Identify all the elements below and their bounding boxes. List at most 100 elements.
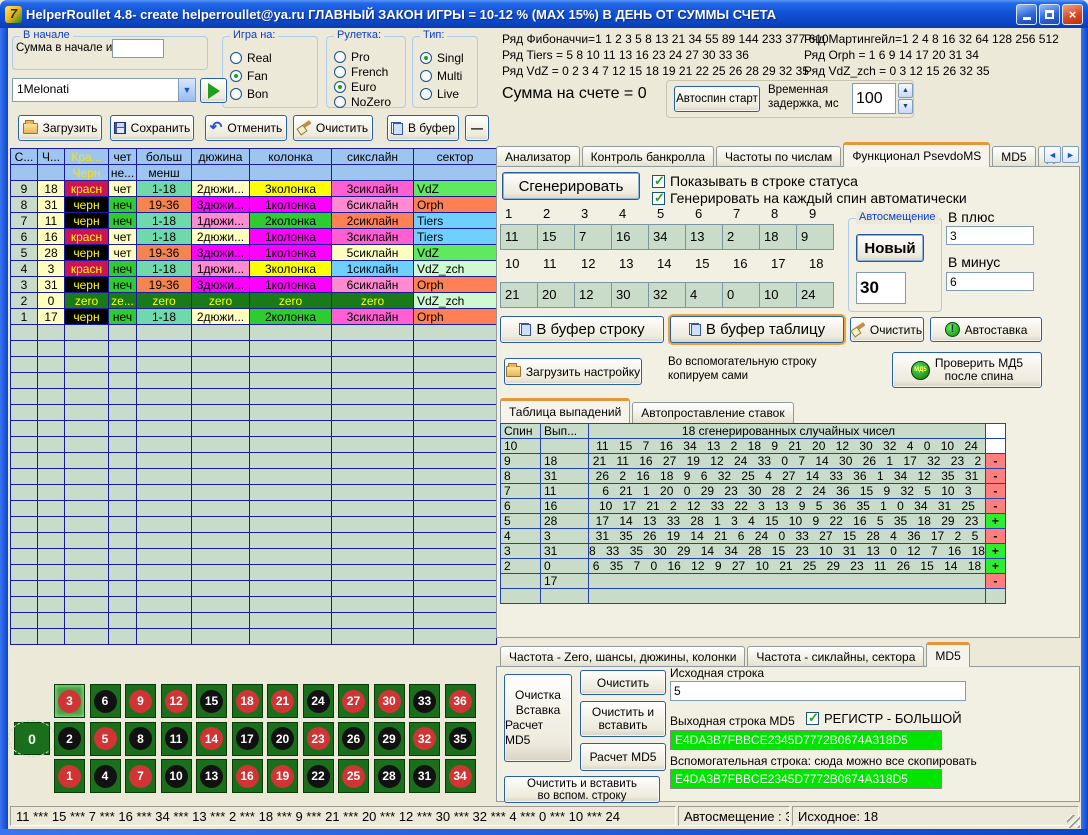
maximize-button[interactable] xyxy=(1039,4,1060,25)
radio-option-fan[interactable]: Fan xyxy=(230,67,317,85)
roulette-cell-26[interactable]: 26 xyxy=(338,722,369,756)
save-button[interactable]: Сохранить xyxy=(110,115,194,141)
title-bar[interactable]: 7 HelperRoullet 4.8- create helperroulle… xyxy=(0,0,1088,28)
md5-aux-field[interactable]: E4DA3B7FBBCE2345D7772B0674A318D5 xyxy=(670,769,942,789)
roulette-cell-32[interactable]: 32 xyxy=(409,722,440,756)
tab-frequency-0[interactable]: Частота - Zero, шансы, дюжины, колонки xyxy=(500,646,745,667)
roulette-cell-28[interactable]: 28 xyxy=(374,759,405,793)
tab-main-4[interactable]: MD5 xyxy=(992,146,1035,167)
tab-scroll-right-icon[interactable]: ► xyxy=(1062,146,1079,163)
md5-clear-insert-aux-button[interactable]: Очистить и вставить во вспом. строку xyxy=(504,776,660,803)
roulette-cell-20[interactable]: 20 xyxy=(267,722,298,756)
table-row[interactable]: 4331 35 26 19 14 21 6 24 0 33 27 15 28 4… xyxy=(501,529,1006,544)
table-row[interactable]: 17- xyxy=(501,574,1006,589)
roulette-cell-22[interactable]: 22 xyxy=(303,759,334,793)
roulette-cell-9[interactable]: 9 xyxy=(125,684,156,718)
table-row[interactable]: 1011 15 7 16 34 13 2 18 9 21 20 12 30 32… xyxy=(501,439,1006,454)
roulette-cell-12[interactable]: 12 xyxy=(161,684,192,718)
roulette-cell-17[interactable]: 17 xyxy=(232,722,263,756)
roulette-cell-27[interactable]: 27 xyxy=(338,684,369,718)
roulette-cell-4[interactable]: 4 xyxy=(90,759,121,793)
minus-input[interactable] xyxy=(946,272,1034,291)
table-row[interactable]: 91821 11 16 27 19 12 24 33 0 7 14 30 26 … xyxy=(501,454,1006,469)
roulette-cell-35[interactable]: 35 xyxy=(445,722,476,756)
roulette-cell-6[interactable]: 6 xyxy=(90,684,121,718)
table-row[interactable]: 918краснчет1-182дюжи...3колонка3сиклайнV… xyxy=(11,181,497,197)
md5-output-field[interactable]: E4DA3B7FBBCE2345D7772B0674A318D5 xyxy=(670,730,942,750)
delay-down-button[interactable]: ▼ xyxy=(898,99,913,114)
minimize-button[interactable] xyxy=(1016,4,1037,25)
roulette-cell-33[interactable]: 33 xyxy=(409,684,440,718)
roulette-cell-10[interactable]: 10 xyxy=(161,759,192,793)
table-row[interactable]: 528чернчет19-363дюжи...1колонка5сиклайнV… xyxy=(11,245,497,261)
table-row[interactable]: 52817 14 13 33 28 1 3 4 15 10 9 22 16 5 … xyxy=(501,514,1006,529)
md5-stack-button[interactable]: Очистка Вставка Расчет MD5 xyxy=(504,674,572,762)
tab-main-1[interactable]: Контроль банкролла xyxy=(582,146,714,167)
radio-option-singl[interactable]: Singl xyxy=(420,49,477,67)
roulette-cell-14[interactable]: 14 xyxy=(196,722,227,756)
checkbox-uppercase[interactable]: РЕГИСТР - БОЛЬШОЙ xyxy=(806,711,962,726)
md5-clear-insert-button[interactable]: Очистить и вставить xyxy=(580,701,666,737)
radio-option-euro[interactable]: Euro xyxy=(334,79,405,94)
roulette-cell-19[interactable]: 19 xyxy=(267,759,298,793)
resize-grip[interactable] xyxy=(1067,815,1080,828)
roulette-cell-29[interactable]: 29 xyxy=(374,722,405,756)
md5-calc-button[interactable]: Расчет MD5 xyxy=(580,743,666,771)
table-row[interactable]: 711черннеч1-181дюжи...2колонка2сиклайнTi… xyxy=(11,213,497,229)
roulette-cell-34[interactable]: 34 xyxy=(445,759,476,793)
roulette-cell-31[interactable]: 31 xyxy=(409,759,440,793)
roulette-cell-3[interactable]: 3 xyxy=(54,684,85,718)
roulette-cell-18[interactable]: 18 xyxy=(232,684,263,718)
radio-option-multi[interactable]: Multi xyxy=(420,67,477,85)
profile-combobox[interactable]: 1Melonati ▼ xyxy=(12,78,196,102)
autoshift-value-input[interactable] xyxy=(856,272,906,304)
table-row[interactable]: 831черннеч19-363дюжи...1колонка6сиклайнO… xyxy=(11,197,497,213)
roulette-cell-15[interactable]: 15 xyxy=(196,684,227,718)
tab-results-1[interactable]: Автопроставление ставок xyxy=(632,402,793,423)
start-play-button[interactable] xyxy=(200,78,227,103)
tab-results-0[interactable]: Таблица выпадений xyxy=(500,398,630,423)
generate-button[interactable]: Сгенерировать xyxy=(502,172,640,200)
load-button[interactable]: Загрузить xyxy=(18,115,102,141)
roulette-cell-5[interactable]: 5 xyxy=(90,722,121,756)
radio-option-real[interactable]: Real xyxy=(230,49,317,67)
psevdo-clear-button[interactable]: Очистить xyxy=(850,317,924,342)
chevron-down-icon[interactable]: ▼ xyxy=(178,79,195,101)
radio-option-french[interactable]: French xyxy=(334,64,405,79)
collapse-button[interactable]: — xyxy=(465,115,489,141)
tab-main-0[interactable]: Анализатор xyxy=(496,146,580,167)
tab-frequency-2[interactable]: MD5 xyxy=(926,642,969,667)
table-row[interactable] xyxy=(501,589,1006,604)
close-button[interactable]: × xyxy=(1062,4,1083,25)
copy-buffer-button[interactable]: В буфер xyxy=(387,115,459,141)
tab-scroll-left-icon[interactable]: ◄ xyxy=(1044,146,1061,163)
roulette-cell-16[interactable]: 16 xyxy=(232,759,263,793)
tab-main-3[interactable]: Функционал PsevdoMS xyxy=(843,142,990,167)
roulette-cell-21[interactable]: 21 xyxy=(267,684,298,718)
roulette-cell-11[interactable]: 11 xyxy=(161,722,192,756)
radio-option-live[interactable]: Live xyxy=(420,85,477,103)
table-row[interactable]: 61610 17 21 2 12 33 22 3 13 9 5 36 35 1 … xyxy=(501,499,1006,514)
roulette-cell-2[interactable]: 2 xyxy=(54,722,85,756)
roulette-cell-24[interactable]: 24 xyxy=(303,684,334,718)
table-row[interactable]: 206 35 7 0 16 12 9 27 10 21 25 29 23 11 … xyxy=(501,559,1006,574)
roulette-cell-1[interactable]: 1 xyxy=(54,759,85,793)
autobet-button[interactable]: Автоставка xyxy=(930,317,1042,342)
roulette-cell-13[interactable]: 13 xyxy=(196,759,227,793)
md5-source-input[interactable] xyxy=(670,681,966,701)
radio-option-bon[interactable]: Bon xyxy=(230,85,317,103)
copy-table-button[interactable]: В буфер таблицу xyxy=(670,316,844,343)
checkbox-generate-each-spin[interactable]: Генерировать на каждый спин автоматическ… xyxy=(652,190,967,206)
check-md5-button[interactable]: МД5 Проверить МД5 после спина xyxy=(892,352,1042,388)
autoshift-new-button[interactable]: Новый xyxy=(856,234,924,262)
radio-option-nozero[interactable]: NoZero xyxy=(334,94,405,109)
load-settings-button[interactable]: Загрузить настройку xyxy=(504,358,642,385)
delay-input[interactable] xyxy=(852,83,896,114)
start-sum-input[interactable] xyxy=(112,39,164,58)
roulette-cell-36[interactable]: 36 xyxy=(445,684,476,718)
undo-button[interactable]: Отменить xyxy=(205,115,287,141)
roulette-zero-cell[interactable]: 0 xyxy=(14,722,50,755)
table-row[interactable]: 616краснчет1-182дюжи...1колонка3сиклайнT… xyxy=(11,229,497,245)
clear-button[interactable]: Очистить xyxy=(293,115,373,141)
table-row[interactable]: 20zeroze...zerozerozerozeroVdZ_zch xyxy=(11,293,497,309)
